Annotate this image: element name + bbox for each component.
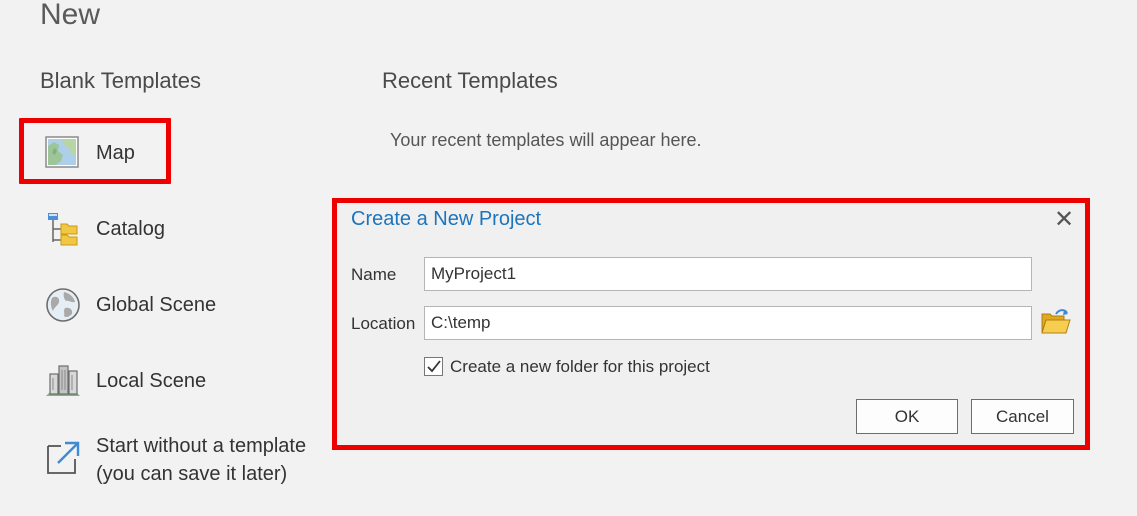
browse-location-button[interactable] <box>1040 308 1072 336</box>
globe-icon <box>44 286 82 324</box>
template-start-without[interactable]: Start without a template (you can save i… <box>44 432 306 488</box>
catalog-icon <box>44 210 82 248</box>
map-icon <box>44 134 82 172</box>
folder-open-icon <box>1040 309 1072 340</box>
location-label: Location <box>351 314 416 333</box>
template-start-label-line1: Start without a template <box>96 435 307 457</box>
open-arrow-icon <box>44 438 82 476</box>
buildings-icon <box>44 362 82 400</box>
template-global-scene[interactable]: Global Scene <box>44 286 216 324</box>
new-folder-checkbox[interactable] <box>424 357 443 376</box>
template-map-label: Map <box>96 141 135 164</box>
new-folder-checkbox-label: Create a new folder for this project <box>450 357 710 376</box>
blank-templates-heading: Blank Templates <box>40 68 202 93</box>
ok-button[interactable]: OK <box>856 399 958 434</box>
template-global-scene-label: Global Scene <box>96 293 217 316</box>
dialog-title: Create a New Project <box>351 208 542 230</box>
template-start-label-line2: (you can save it later) <box>96 463 288 485</box>
project-name-input[interactable] <box>424 257 1032 291</box>
cancel-button[interactable]: Cancel <box>971 399 1074 434</box>
recent-templates-heading: Recent Templates <box>382 68 558 93</box>
close-icon[interactable]: ✕ <box>1052 206 1076 234</box>
template-catalog-label: Catalog <box>96 217 165 240</box>
template-start-label: Start without a template (you can save i… <box>96 432 306 488</box>
template-catalog[interactable]: Catalog <box>44 210 165 248</box>
recent-templates-empty-message: Your recent templates will appear here. <box>390 130 702 150</box>
template-local-scene-label: Local Scene <box>96 369 207 392</box>
page-title: New <box>40 0 101 31</box>
project-location-input[interactable] <box>424 306 1032 340</box>
template-local-scene[interactable]: Local Scene <box>44 362 206 400</box>
template-map[interactable]: Map <box>44 134 135 172</box>
name-label: Name <box>351 265 397 284</box>
